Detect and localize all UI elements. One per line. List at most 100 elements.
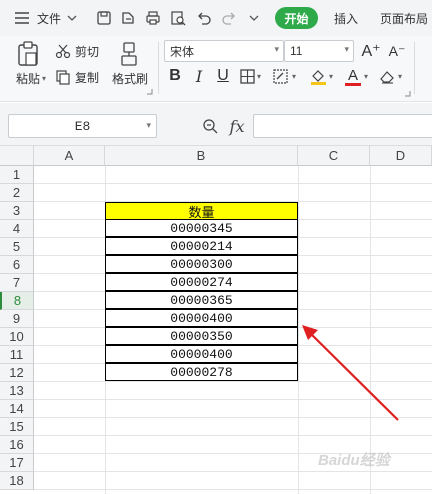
row-header-5[interactable]: 5 xyxy=(0,238,34,256)
table-cell[interactable]: 00000400 xyxy=(105,309,298,327)
column-c-label: C xyxy=(328,148,339,163)
column-header-c[interactable]: C xyxy=(298,146,370,166)
column-d-label: D xyxy=(395,148,406,163)
table-cell[interactable]: 00000214 xyxy=(105,237,298,255)
formula-bar: E8 ▾ fx xyxy=(0,103,432,146)
borders-dropdown-icon[interactable]: ▾ xyxy=(257,72,261,81)
italic-button[interactable]: I xyxy=(190,66,208,86)
name-box[interactable]: E8 ▾ xyxy=(8,114,157,138)
row-header-3[interactable]: 3 xyxy=(0,202,34,220)
column-a-label: A xyxy=(64,148,74,163)
table-header-cell[interactable]: 数量 xyxy=(105,202,298,221)
tab-page-layout[interactable]: 页面布局 xyxy=(380,0,432,36)
copy-icon xyxy=(56,70,70,85)
watermark-text: Baidu经验 xyxy=(318,452,390,469)
row-header-18[interactable]: 18 xyxy=(0,472,34,490)
gridline xyxy=(34,489,432,490)
table-cell[interactable]: 00000274 xyxy=(105,273,298,291)
table-cell[interactable]: 00000345 xyxy=(105,219,298,237)
fx-label: fx xyxy=(229,116,245,136)
save-icon[interactable] xyxy=(94,0,114,36)
row-header-6[interactable]: 6 xyxy=(0,256,34,274)
row-header-17[interactable]: 17 xyxy=(0,454,34,472)
fill-color-icon[interactable] xyxy=(309,66,327,86)
file-menu-label: 文件 xyxy=(36,11,61,26)
underline-glyph: U xyxy=(217,67,229,84)
scissors-icon xyxy=(55,44,71,59)
ribbon-divider xyxy=(414,42,415,94)
insert-function-fx-icon[interactable]: fx xyxy=(226,115,248,137)
borders-icon[interactable] xyxy=(238,66,256,86)
table-cell[interactable]: 00000365 xyxy=(105,291,298,309)
clear-format-dropdown-icon[interactable]: ▾ xyxy=(398,72,402,81)
row-header-14[interactable]: 14 xyxy=(0,400,34,418)
table-cell[interactable]: 00000350 xyxy=(105,327,298,345)
row-header-7[interactable]: 7 xyxy=(0,274,34,292)
decrease-font-size-icon[interactable]: A⁻ xyxy=(386,40,408,62)
clear-format-eraser-icon[interactable] xyxy=(378,66,396,86)
row-header-13[interactable]: 13 xyxy=(0,382,34,400)
row-header-4[interactable]: 4 xyxy=(0,220,34,238)
format-painter-icon[interactable] xyxy=(115,40,143,68)
font-name-select[interactable]: 宋体 ▾ xyxy=(164,40,284,62)
copy-label: 复制 xyxy=(75,70,100,85)
name-box-value: E8 xyxy=(74,118,91,134)
table-cell[interactable]: 00000400 xyxy=(105,345,298,363)
font-name-value: 宋体 xyxy=(170,44,195,59)
merge-cells-icon[interactable] xyxy=(272,66,290,86)
export-icon[interactable] xyxy=(118,0,138,36)
file-menu-chevron-icon[interactable] xyxy=(64,0,80,36)
file-menu[interactable]: 文件 xyxy=(34,0,64,36)
gridline xyxy=(34,183,432,184)
clipboard-dialog-launcher-icon[interactable] xyxy=(146,88,154,96)
zoom-search-icon[interactable] xyxy=(200,115,220,137)
copy-button[interactable]: 复制 xyxy=(55,68,105,86)
column-header-d[interactable]: D xyxy=(370,146,432,166)
gridline xyxy=(34,381,432,382)
table-cell[interactable]: 00000300 xyxy=(105,255,298,273)
row-header-16[interactable]: 16 xyxy=(0,436,34,454)
column-header-b[interactable]: B xyxy=(105,146,298,166)
row-header-11[interactable]: 11 xyxy=(0,346,34,364)
undo-icon[interactable] xyxy=(194,0,214,36)
select-all-corner[interactable] xyxy=(0,146,34,166)
row-header-15[interactable]: 15 xyxy=(0,418,34,436)
tab-insert-label: 插入 xyxy=(333,11,358,26)
row-header-8[interactable]: 8 xyxy=(0,292,34,310)
column-header-a[interactable]: A xyxy=(34,146,105,166)
cut-button[interactable]: 剪切 xyxy=(55,42,105,60)
print-preview-icon[interactable] xyxy=(168,0,188,36)
paste-icon[interactable] xyxy=(13,40,43,68)
underline-button[interactable]: U xyxy=(214,66,232,86)
paste-label: 粘贴 xyxy=(15,71,40,86)
menu-bar: 文件 开始 插入 页面布局 xyxy=(0,0,432,36)
tab-insert[interactable]: 插入 xyxy=(328,0,364,36)
font-color-dropdown-icon[interactable]: ▾ xyxy=(364,72,368,81)
fill-color-dropdown-icon[interactable]: ▾ xyxy=(329,72,333,81)
formula-input[interactable] xyxy=(253,114,432,138)
row-header-12[interactable]: 12 xyxy=(0,364,34,382)
row-header-10[interactable]: 10 xyxy=(0,328,34,346)
row-header-9[interactable]: 9 xyxy=(0,310,34,328)
print-icon[interactable] xyxy=(143,0,163,36)
gridline xyxy=(34,399,432,400)
row-header-2[interactable]: 2 xyxy=(0,184,34,202)
font-dialog-launcher-icon[interactable] xyxy=(404,90,412,98)
hamburger-menu-icon[interactable] xyxy=(12,0,32,36)
tab-start[interactable]: 开始 xyxy=(275,7,318,29)
spreadsheet-grid[interactable]: A B C D 1 2 3 4 5 6 7 8 9 10 11 12 13 14 15 16 17 18 数量 00… xyxy=(0,146,432,494)
table-cell[interactable]: 00000278 xyxy=(105,363,298,381)
font-size-select[interactable]: 11 ▾ xyxy=(284,40,354,62)
paste-button[interactable]: 粘贴 ▾ xyxy=(11,70,51,86)
font-color-icon[interactable]: A xyxy=(344,66,362,86)
gridline xyxy=(34,471,432,472)
redo-icon[interactable] xyxy=(219,0,239,36)
customize-quick-access-icon[interactable] xyxy=(244,0,264,36)
tab-page-layout-label: 页面布局 xyxy=(380,11,429,26)
bold-button[interactable]: B xyxy=(166,66,184,86)
row-header-1[interactable]: 1 xyxy=(0,166,34,184)
font-size-value: 11 xyxy=(290,44,303,58)
merge-cells-dropdown-icon[interactable]: ▾ xyxy=(292,72,296,81)
increase-font-size-icon[interactable]: A⁺ xyxy=(360,40,382,62)
format-painter-button[interactable]: 格式刷 xyxy=(108,70,152,86)
